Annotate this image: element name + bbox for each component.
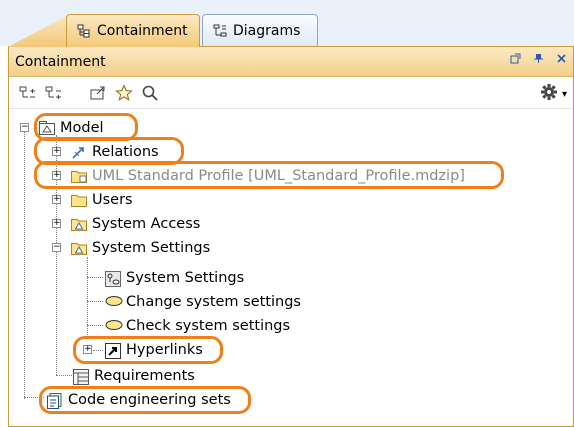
tree-node-label: Requirements xyxy=(94,368,195,384)
containment-tree-icon xyxy=(77,24,91,38)
expand-all-icon[interactable] xyxy=(43,82,65,104)
undock-icon[interactable] xyxy=(510,53,521,67)
tree-guide xyxy=(87,257,88,339)
options-menu[interactable]: ▾ xyxy=(540,83,567,105)
pin-icon[interactable] xyxy=(533,53,544,67)
tree-toolbar: ▾ xyxy=(9,77,573,109)
expand-toggle[interactable]: + xyxy=(52,219,61,228)
package-icon xyxy=(71,241,87,255)
requirements-table-icon xyxy=(73,369,89,385)
tab-label: Containment xyxy=(97,23,188,39)
tree-node-system-settings-diagram[interactable]: System Settings xyxy=(105,266,244,290)
containment-tree: − Model + Relations + UML Standard Profi… xyxy=(9,109,573,427)
collapse-toggle[interactable]: − xyxy=(20,123,29,132)
tab-decoration xyxy=(8,14,70,47)
panel-header: Containment xyxy=(9,47,573,77)
highlight-callout xyxy=(34,161,504,189)
tab-strip: Containment Diagrams xyxy=(0,0,574,47)
tree-node-label: Users xyxy=(92,192,133,208)
gear-icon[interactable] xyxy=(540,83,558,105)
package-icon xyxy=(71,217,87,231)
containment-panel: Containment ▾ − Model + Relations + UML … xyxy=(8,46,574,427)
tree-node-check-settings[interactable]: Check system settings xyxy=(105,314,290,338)
tree-node-label: System Settings xyxy=(126,270,245,286)
tree-node-change-settings[interactable]: Change system settings xyxy=(105,290,301,314)
favorite-star-icon[interactable] xyxy=(113,82,135,104)
tab-label: Diagrams xyxy=(233,22,301,39)
use-case-icon xyxy=(105,319,123,333)
search-icon[interactable] xyxy=(139,82,161,104)
close-icon[interactable] xyxy=(556,53,567,67)
use-case-icon xyxy=(105,295,123,309)
tree-guide xyxy=(24,123,25,399)
tree-node-label: Change system settings xyxy=(126,294,301,310)
tree-guide xyxy=(87,301,103,302)
tab-containment[interactable]: Containment xyxy=(66,14,200,47)
highlight-callout xyxy=(73,336,223,364)
panel-header-controls xyxy=(510,53,567,67)
collapse-all-icon[interactable] xyxy=(17,82,39,104)
tree-node-label: System Access xyxy=(92,216,201,232)
tree-guide xyxy=(87,277,103,278)
folder-icon xyxy=(71,193,87,207)
chevron-down-icon[interactable]: ▾ xyxy=(562,89,567,100)
tree-node-label: Check system settings xyxy=(126,318,291,334)
tab-diagrams[interactable]: Diagrams xyxy=(202,14,318,46)
collapse-toggle[interactable]: − xyxy=(52,243,61,252)
open-icon[interactable] xyxy=(87,82,109,104)
panel-title: Containment xyxy=(15,53,106,70)
tree-node-label: System Settings xyxy=(92,240,211,256)
expand-toggle[interactable]: + xyxy=(52,195,61,204)
tree-node-system-access[interactable]: System Access xyxy=(71,212,200,236)
tree-node-system-settings[interactable]: System Settings xyxy=(71,236,210,260)
tree-guide xyxy=(87,325,103,326)
diagrams-icon xyxy=(213,24,227,38)
use-case-diagram-icon xyxy=(105,271,121,287)
tree-node-requirements[interactable]: Requirements xyxy=(73,364,195,388)
tree-node-users[interactable]: Users xyxy=(71,188,133,212)
tree-guide xyxy=(56,375,72,376)
highlight-callout xyxy=(39,386,251,414)
